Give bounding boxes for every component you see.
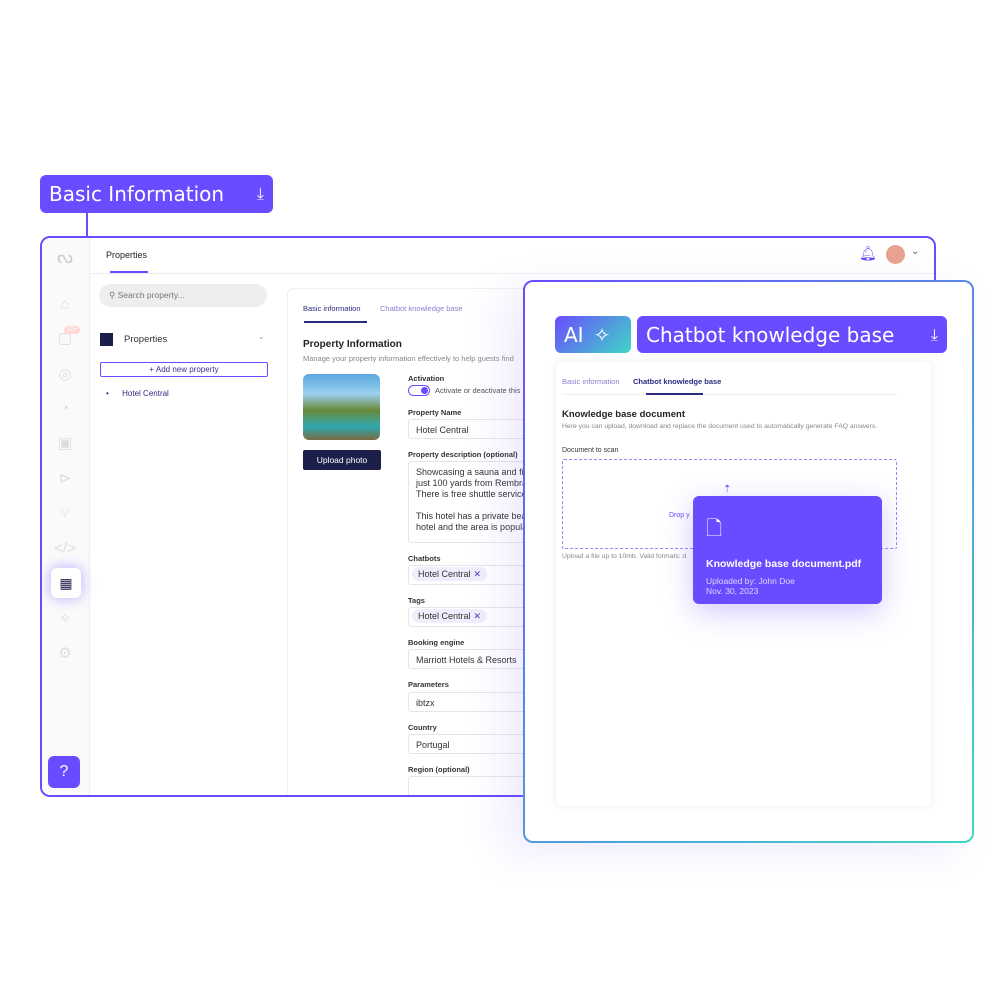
- upload-date: Nov. 30, 2023: [706, 586, 759, 596]
- chevron-down-icon[interactable]: ⌄: [258, 332, 265, 341]
- users-icon[interactable]: ◎: [54, 364, 76, 386]
- properties-section[interactable]: Properties: [124, 334, 167, 345]
- header-divider: [90, 273, 934, 274]
- search-input[interactable]: ⚲ Search property...: [99, 284, 267, 307]
- chatbot-chip: Hotel Central ✕: [412, 567, 488, 581]
- chatbots-select[interactable]: Hotel Central ✕: [408, 565, 538, 585]
- activation-label: Activation: [408, 374, 445, 383]
- code-icon[interactable]: </>: [54, 538, 76, 560]
- sidebar-item-properties[interactable]: ▦: [51, 568, 81, 598]
- file-name: Knowledge base document.pdf: [706, 558, 862, 570]
- drop-text: Drop y: [669, 512, 690, 519]
- chatbots-label: Chatbots: [408, 554, 441, 563]
- download-icon: ⤓: [930, 324, 938, 344]
- uploaded-by: Uploaded by: John Doe: [706, 576, 795, 586]
- country-label: Country: [408, 723, 437, 732]
- property-name-input[interactable]: Hotel Central: [408, 419, 538, 439]
- tab-chatbot-knowledge-base[interactable]: Chatbot knowledge base: [380, 304, 463, 313]
- country-select[interactable]: Portugal: [408, 734, 538, 754]
- remove-icon[interactable]: ✕: [474, 569, 482, 579]
- bell-icon[interactable]: 🔔︎: [859, 245, 877, 262]
- property-photo: [303, 374, 380, 440]
- tags-select[interactable]: Hotel Central ✕: [408, 607, 538, 627]
- section-subtitle: Manage your property information effecti…: [303, 354, 514, 363]
- parameters-label: Parameters: [408, 680, 449, 689]
- avatar[interactable]: [886, 245, 905, 264]
- file-icon: 🗋︎: [706, 518, 723, 540]
- chatbot-knowledge-base-callout[interactable]: Chatbot knowledge base ⤓: [637, 316, 947, 353]
- settings-icon[interactable]: ⚙: [54, 643, 76, 665]
- kb-title: Knowledge base document: [562, 409, 685, 420]
- region-input[interactable]: [408, 776, 538, 795]
- parameters-input[interactable]: ibtzx: [408, 692, 538, 712]
- booking-label: Booking engine: [408, 638, 465, 647]
- kb-subtitle: Here you can upload, download and replac…: [562, 423, 878, 430]
- tab-basic-information[interactable]: Basic information: [562, 377, 620, 386]
- section-title: Property Information: [303, 339, 402, 350]
- tab-underline: [304, 321, 367, 323]
- megaphone-icon[interactable]: ⊳: [54, 468, 76, 490]
- building-icon: [100, 333, 113, 346]
- upload-icon: ⇡: [723, 484, 732, 495]
- region-label: Region (optional): [408, 765, 470, 774]
- tag-chip: Hotel Central ✕: [412, 609, 488, 623]
- add-property-button[interactable]: + Add new property: [100, 362, 268, 377]
- sidebar: ᔓ ⌂ ▢ 10+ ◎ ◔ ▣ ⊳ ⑂ </> ▦ ✧ ⚙ ?: [42, 238, 90, 795]
- ai-label: AI: [564, 322, 584, 347]
- help-button[interactable]: ?: [48, 756, 80, 788]
- remove-icon[interactable]: ✕: [474, 611, 482, 621]
- description-label: Property description (optional): [408, 450, 518, 459]
- activation-text: Activate or deactivate this: [435, 386, 521, 395]
- doc-label: Document to scan: [562, 447, 619, 454]
- logo-icon: ᔓ: [56, 247, 74, 267]
- page-title[interactable]: Properties: [106, 250, 147, 260]
- upload-photo-button[interactable]: Upload photo: [303, 450, 381, 470]
- tab-chatbot-knowledge-base[interactable]: Chatbot knowledge base: [633, 377, 721, 386]
- flow-icon[interactable]: ⑂: [54, 503, 76, 525]
- booking-select[interactable]: Marriott Hotels & Resorts: [408, 649, 538, 669]
- property-name-label: Property Name: [408, 408, 462, 417]
- sparkle-icon[interactable]: ✧: [54, 608, 76, 630]
- bot-icon[interactable]: ▣: [54, 433, 76, 455]
- upload-hint: Upload a file up to 10mb. Valid formats:…: [562, 553, 687, 560]
- callout-label: Basic Information: [49, 182, 225, 206]
- sparkle-icon: ✧: [593, 322, 611, 347]
- home-icon[interactable]: ⌂: [54, 294, 76, 316]
- tags-label: Tags: [408, 596, 425, 605]
- property-list-item[interactable]: • Hotel Central: [106, 389, 169, 398]
- callout-label: Chatbot knowledge base: [646, 322, 895, 347]
- basic-information-callout[interactable]: Basic Information ⤓: [40, 175, 273, 213]
- tab-underline: [646, 393, 703, 395]
- connector-line: [86, 213, 88, 237]
- search-icon: ⚲: [109, 290, 116, 300]
- ai-badge: AI ✧: [555, 316, 631, 353]
- description-textarea[interactable]: Showcasing a sauna and fitr just 100 yard…: [408, 461, 538, 543]
- tab-basic-information[interactable]: Basic information: [303, 304, 361, 313]
- download-icon: ⤓: [256, 184, 264, 203]
- chevron-down-icon[interactable]: ⌄: [911, 246, 919, 257]
- document-card[interactable]: 🗋︎ Knowledge base document.pdf Uploaded …: [693, 496, 882, 604]
- notification-badge: 10+: [64, 326, 81, 334]
- chart-icon[interactable]: ◔: [54, 398, 76, 420]
- tab-divider: [562, 394, 897, 395]
- activation-toggle[interactable]: [408, 385, 430, 396]
